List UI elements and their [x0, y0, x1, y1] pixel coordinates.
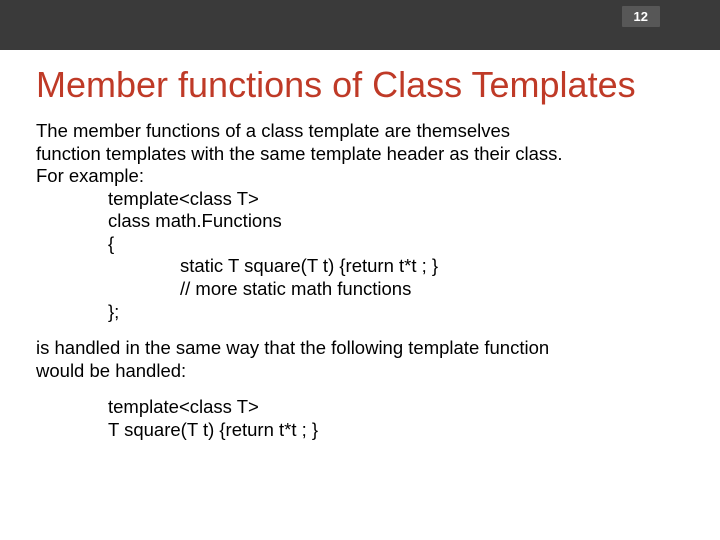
spacer	[36, 382, 684, 396]
spacer	[36, 323, 684, 337]
slide-title: Member functions of Class Templates	[36, 64, 684, 106]
code-line: T square(T t) {return t*t ; }	[108, 419, 684, 442]
code-line: };	[108, 301, 684, 324]
slide-body: The member functions of a class template…	[36, 120, 684, 441]
code-line: {	[108, 233, 684, 256]
code-line: // more static math functions	[180, 278, 684, 301]
para-line: is handled in the same way that the foll…	[36, 337, 684, 360]
para-line: The member functions of a class template…	[36, 120, 684, 143]
code-line: static T square(T t) {return t*t ; }	[180, 255, 684, 278]
header-bar: 12	[0, 0, 720, 50]
code-line: template<class T>	[108, 396, 684, 419]
page-number: 12	[622, 6, 660, 27]
para-line: For example:	[36, 165, 684, 188]
code-line: class math.Functions	[108, 210, 684, 233]
slide-content: Member functions of Class Templates The …	[0, 50, 720, 441]
para-line: function templates with the same templat…	[36, 143, 684, 166]
para-line: would be handled:	[36, 360, 684, 383]
code-line: template<class T>	[108, 188, 684, 211]
slide: 12 Member functions of Class Templates T…	[0, 0, 720, 540]
